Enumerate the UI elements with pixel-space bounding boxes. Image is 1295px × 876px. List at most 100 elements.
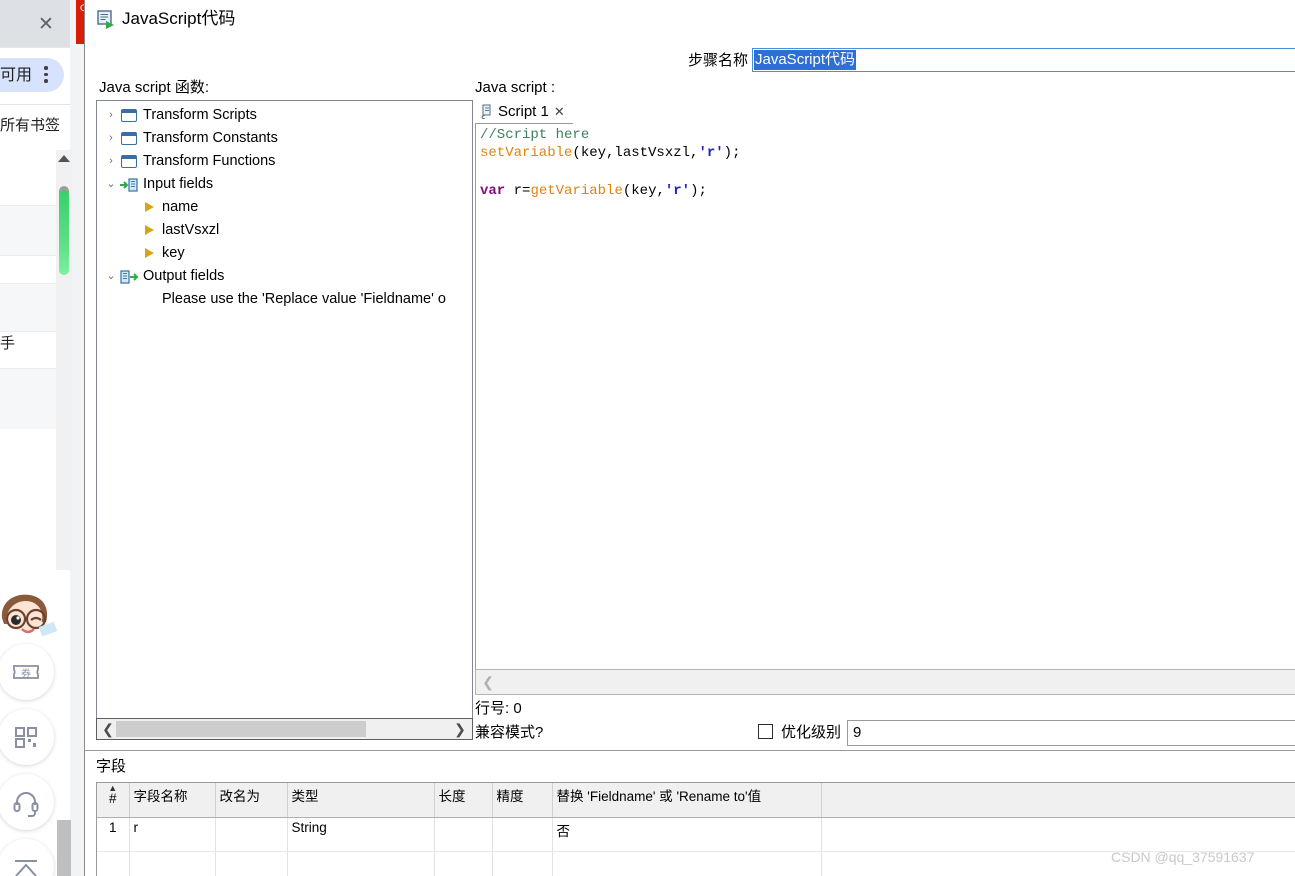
code-token: (key,lastVsxzl, [572, 145, 698, 161]
tab-close-icon[interactable]: ✕ [554, 105, 565, 119]
tree-item-transform-functions[interactable]: › Transform Functions [97, 150, 472, 173]
cell-index: 1 [97, 818, 129, 852]
scroll-left-arrow-icon[interactable]: ❮ [479, 672, 497, 692]
browser-list-item-label[interactable]: 手 [0, 333, 40, 355]
code-token: r= [505, 183, 530, 199]
input-fields-icon [120, 178, 138, 192]
cell-field-name[interactable] [129, 852, 215, 876]
column-header-label: 类型 [292, 789, 319, 804]
chevron-right-icon[interactable]: › [104, 127, 118, 150]
optimization-level-label: 优化级别 [781, 723, 841, 743]
column-header-filler [821, 783, 1295, 818]
fields-section-separator [85, 750, 1295, 751]
cell-field-name[interactable]: r [129, 818, 215, 852]
scroll-right-arrow-icon[interactable]: ❯ [450, 719, 470, 739]
cell-length[interactable] [434, 818, 492, 852]
chevron-right-icon[interactable]: › [104, 150, 118, 173]
folder-icon [121, 132, 137, 145]
coupon-button[interactable]: 券 [0, 644, 54, 700]
cell-length[interactable] [434, 852, 492, 876]
table-header-row: ▲ # 字段名称 改名为 类型 长度 精度 替换 'Fieldname' 或 '… [97, 783, 1295, 818]
tree-item-label: Input fields [143, 173, 213, 196]
tree-item-label: Transform Constants [143, 127, 278, 150]
background-browser-window: ✕ 可用 所有书签 手 [0, 0, 92, 876]
chevron-up-icon [11, 852, 41, 876]
cell-replace-value[interactable]: 否 [552, 818, 821, 852]
column-header-label: 字段名称 [134, 789, 188, 804]
field-bullet-icon [145, 225, 154, 235]
all-bookmarks-label[interactable]: 所有书签 [0, 115, 72, 137]
cell-precision[interactable] [492, 852, 552, 876]
tree-item-transform-scripts[interactable]: › Transform Scripts [97, 104, 472, 127]
js-functions-label: Java script 函数: [99, 78, 209, 98]
tree-item-field-name[interactable]: name [97, 196, 472, 219]
javascript-step-icon [96, 9, 116, 29]
mascot-avatar[interactable] [0, 588, 58, 650]
optimization-checkbox[interactable] [758, 724, 773, 739]
chevron-right-icon[interactable]: › [104, 104, 118, 127]
tree-item-field-key[interactable]: key [97, 242, 472, 265]
mascot-avatar-icon [0, 588, 58, 650]
column-header-field-name[interactable]: 字段名称 [129, 783, 215, 818]
cell-rename-to[interactable] [215, 818, 287, 852]
script-code-editor[interactable]: //Script here setVariable(key,lastVsxzl,… [475, 124, 1295, 669]
column-header-index[interactable]: ▲ # [97, 783, 129, 818]
dialog-title: JavaScript代码 [122, 7, 235, 31]
chevron-down-icon[interactable]: ⌄ [104, 173, 118, 196]
tree-item-label: Transform Scripts [143, 104, 257, 127]
code-line: setVariable(key,lastVsxzl,'r'); [480, 144, 740, 163]
js-functions-tree[interactable]: › Transform Scripts › Transform Constant… [96, 100, 473, 740]
tree-scrollbar-thumb[interactable] [116, 721, 366, 737]
column-header-rename-to[interactable]: 改名为 [215, 783, 287, 818]
column-header-replace-value[interactable]: 替换 'Fieldname' 或 'Rename to'值 [552, 783, 821, 818]
dialog-titlebar: JavaScript代码 [85, 0, 1295, 40]
csdn-watermark: CSDN @qq_37591637 [1111, 847, 1254, 867]
tree-item-input-fields[interactable]: ⌄ Input fields [97, 173, 472, 196]
svg-text:券: 券 [21, 667, 31, 680]
qrcode-icon [11, 722, 41, 752]
scroll-up-arrow-icon[interactable] [58, 155, 70, 162]
more-vertical-icon[interactable] [44, 66, 49, 86]
column-header-label: 长度 [439, 789, 466, 804]
availability-pill-label: 可用 [0, 66, 40, 86]
browser-scrollbar-thumb[interactable] [59, 190, 69, 275]
tree-item-transform-constants[interactable]: › Transform Constants [97, 127, 472, 150]
code-token: (key, [623, 183, 665, 199]
tree-item-output-fields[interactable]: ⌄ Output fields [97, 265, 472, 288]
cell-precision[interactable] [492, 818, 552, 852]
line-number-label: 行号: 0 [475, 699, 522, 719]
folder-icon [121, 155, 137, 168]
scroll-left-arrow-icon[interactable]: ❮ [98, 719, 118, 739]
tab-script-1[interactable]: Script 1 ✕ [475, 100, 573, 124]
script-tab-icon [480, 104, 493, 119]
column-header-length[interactable]: 长度 [434, 783, 492, 818]
code-line: //Script here [480, 126, 589, 145]
code-token: setVariable [480, 145, 572, 161]
support-button[interactable] [0, 774, 54, 830]
column-header-precision[interactable]: 精度 [492, 783, 552, 818]
code-token: var [480, 183, 505, 199]
tree-item-label: Transform Functions [143, 150, 275, 173]
browser-lower-scrollbar-thumb[interactable] [57, 820, 71, 876]
field-bullet-icon [145, 202, 154, 212]
column-header-type[interactable]: 类型 [287, 783, 434, 818]
tree-item-label: Output fields [143, 265, 224, 288]
optimization-level-input[interactable] [847, 720, 1295, 746]
tab-label: Script 1 [498, 103, 549, 120]
optimization-level-value: 9 [853, 724, 861, 742]
close-icon[interactable]: ✕ [36, 15, 56, 35]
column-header-label: 改名为 [220, 789, 261, 804]
chevron-down-icon[interactable]: ⌄ [104, 265, 118, 288]
qrcode-button[interactable] [0, 709, 54, 765]
editor-horizontal-scrollbar[interactable] [475, 669, 1295, 695]
cell-type[interactable] [287, 852, 434, 876]
code-token: ); [724, 145, 741, 161]
compatibility-mode-label[interactable]: 兼容模式? [475, 723, 543, 743]
tree-item-field-lastvsxzl[interactable]: lastVsxzl [97, 219, 472, 242]
cell-index [97, 852, 129, 876]
cell-rename-to[interactable] [215, 852, 287, 876]
cell-type[interactable]: String [287, 818, 434, 852]
screenshot-root: ✕ 可用 所有书签 手 [0, 0, 1295, 876]
code-line: var r=getVariable(key,'r'); [480, 182, 707, 201]
cell-replace-value[interactable] [552, 852, 821, 876]
